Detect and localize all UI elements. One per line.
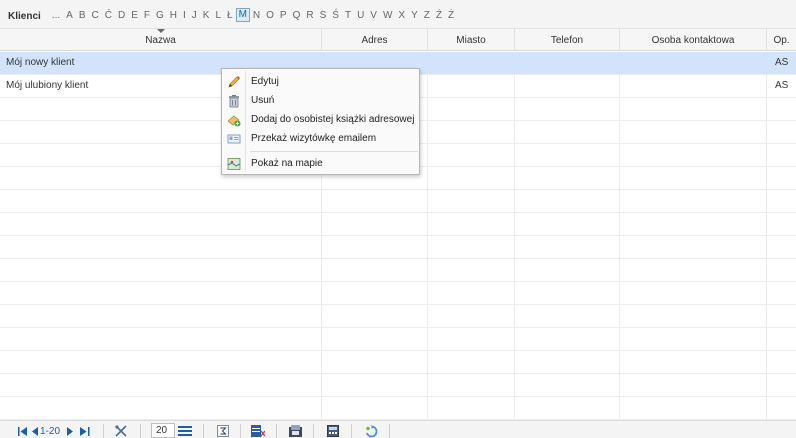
empty-row: [0, 351, 796, 374]
empty-row: [0, 190, 796, 213]
menu-item-add-to-address-book[interactable]: Dodaj do osobistej książki adresowej: [223, 110, 419, 129]
letter-filter-s-acute[interactable]: Ś: [329, 10, 342, 22]
empty-row: [0, 213, 796, 236]
letter-filter-i[interactable]: I: [180, 10, 189, 22]
column-header-telefon[interactable]: Telefon: [515, 29, 620, 51]
column-header-label: Op.: [773, 35, 790, 46]
toolbar-separator: [389, 424, 390, 438]
clear-filter-icon[interactable]: [251, 424, 265, 438]
grid-footer-toolbar: 1-20 20: [0, 420, 796, 438]
map-icon: [227, 157, 241, 171]
letter-filter-l[interactable]: L: [212, 10, 224, 22]
menu-item-label: Usuń: [251, 95, 275, 106]
letter-filter-f[interactable]: F: [141, 10, 153, 22]
export-icon[interactable]: [289, 424, 302, 438]
context-menu: Edytuj Usuń Dodaj do osobistej książki a…: [221, 68, 420, 175]
letter-filter-z-acute[interactable]: Ź: [433, 10, 445, 22]
letter-filter-x[interactable]: X: [395, 10, 408, 22]
column-header-label: Miasto: [456, 35, 486, 46]
toolbar-separator: [203, 424, 204, 438]
column-header-osoba-kontaktowa[interactable]: Osoba kontaktowa: [620, 29, 767, 51]
pencil-icon: [227, 75, 241, 89]
toolbar-separator: [103, 424, 104, 438]
page-size-input[interactable]: 20: [151, 423, 175, 438]
sum-icon[interactable]: [217, 424, 229, 438]
trash-icon: [227, 94, 241, 108]
letter-filter-l-stroke[interactable]: Ł: [224, 10, 236, 22]
letter-filter-d[interactable]: D: [115, 10, 128, 22]
letter-filter-y[interactable]: Y: [408, 10, 421, 22]
alphabet-filter-bar: Klienci ... A B C Ć D E F G H I J K L Ł …: [0, 0, 796, 29]
column-header-label: Telefon: [550, 35, 584, 46]
menu-item-label: Dodaj do osobistej książki adresowej: [251, 114, 415, 125]
column-header-label: Osoba kontaktowa: [651, 35, 735, 46]
letter-filter-c-acute[interactable]: Ć: [102, 10, 115, 22]
letter-filter-o[interactable]: O: [263, 10, 277, 22]
letter-filter-g[interactable]: G: [153, 10, 167, 22]
menu-item-send-vcard[interactable]: Przekaż wizytówkę emailem: [223, 129, 419, 148]
pagination-range: 1-20: [40, 425, 61, 437]
column-header-label: Adres: [361, 35, 388, 46]
letter-filter-n[interactable]: N: [250, 10, 263, 22]
letter-filter-z-dot[interactable]: Ż: [445, 10, 457, 22]
letter-filter-r[interactable]: R: [303, 10, 316, 22]
first-page-icon[interactable]: [18, 424, 28, 438]
letter-filter-p[interactable]: P: [277, 10, 290, 22]
cell-op: AS: [775, 80, 789, 91]
letter-filter-j[interactable]: J: [189, 10, 200, 22]
empty-row: [0, 282, 796, 305]
letter-filter-m[interactable]: M: [235, 8, 250, 22]
prev-page-icon[interactable]: [32, 424, 38, 438]
letter-filter-w[interactable]: W: [380, 10, 395, 22]
letter-filter-b[interactable]: B: [76, 10, 89, 22]
cell-op: AS: [775, 57, 789, 68]
column-header-nazwa[interactable]: Nazwa: [0, 29, 322, 51]
letter-filter-e[interactable]: E: [128, 10, 141, 22]
toolbar-separator: [240, 424, 241, 438]
empty-row: [0, 236, 796, 259]
sort-desc-icon: [156, 29, 165, 33]
menu-item-delete[interactable]: Usuń: [223, 91, 419, 110]
empty-row: [0, 259, 796, 282]
empty-row: [0, 397, 796, 420]
letter-filter-c[interactable]: C: [88, 10, 101, 22]
toolbar-separator: [140, 424, 141, 438]
refresh-icon[interactable]: [365, 424, 378, 438]
letter-filter-s[interactable]: S: [317, 10, 330, 22]
section-title: Klienci: [8, 11, 41, 22]
letter-filter-a[interactable]: A: [63, 10, 76, 22]
column-header-adres[interactable]: Adres: [322, 29, 428, 51]
letter-filter-z[interactable]: Z: [421, 10, 433, 22]
letter-filter-q[interactable]: Q: [290, 10, 304, 22]
rows-per-page-icon[interactable]: [178, 424, 192, 438]
letter-filter-v[interactable]: V: [367, 10, 380, 22]
grid-header: Nazwa Adres Miasto Telefon Osoba kontakt…: [0, 29, 796, 51]
vcard-icon: [227, 132, 241, 146]
column-header-label: Nazwa: [145, 35, 176, 46]
menu-item-edit[interactable]: Edytuj: [223, 72, 419, 91]
menu-item-label: Przekaż wizytówkę emailem: [251, 133, 377, 144]
empty-row: [0, 374, 796, 397]
empty-row: [0, 328, 796, 351]
column-header-op[interactable]: Op.: [767, 29, 796, 51]
next-page-icon[interactable]: [67, 424, 73, 438]
toolbar-separator: [351, 424, 352, 438]
add-contact-icon: [227, 113, 241, 127]
menu-separator: [250, 151, 418, 152]
column-header-miasto[interactable]: Miasto: [428, 29, 515, 51]
toolbar-separator: [313, 424, 314, 438]
menu-item-label: Pokaż na mapie: [251, 158, 323, 169]
letter-filter-k[interactable]: K: [200, 10, 213, 22]
letter-filter-t[interactable]: T: [342, 10, 354, 22]
letter-filter-u[interactable]: U: [354, 10, 367, 22]
menu-item-label: Edytuj: [251, 76, 279, 87]
calculator-icon[interactable]: [327, 424, 339, 438]
letter-filter-all[interactable]: ...: [49, 10, 63, 22]
last-page-icon[interactable]: [80, 424, 90, 438]
toolbar-separator: [276, 424, 277, 438]
empty-row: [0, 305, 796, 328]
menu-item-show-on-map[interactable]: Pokaż na mapie: [223, 154, 419, 173]
tools-icon[interactable]: [115, 424, 127, 438]
letter-filter-h[interactable]: H: [167, 10, 180, 22]
